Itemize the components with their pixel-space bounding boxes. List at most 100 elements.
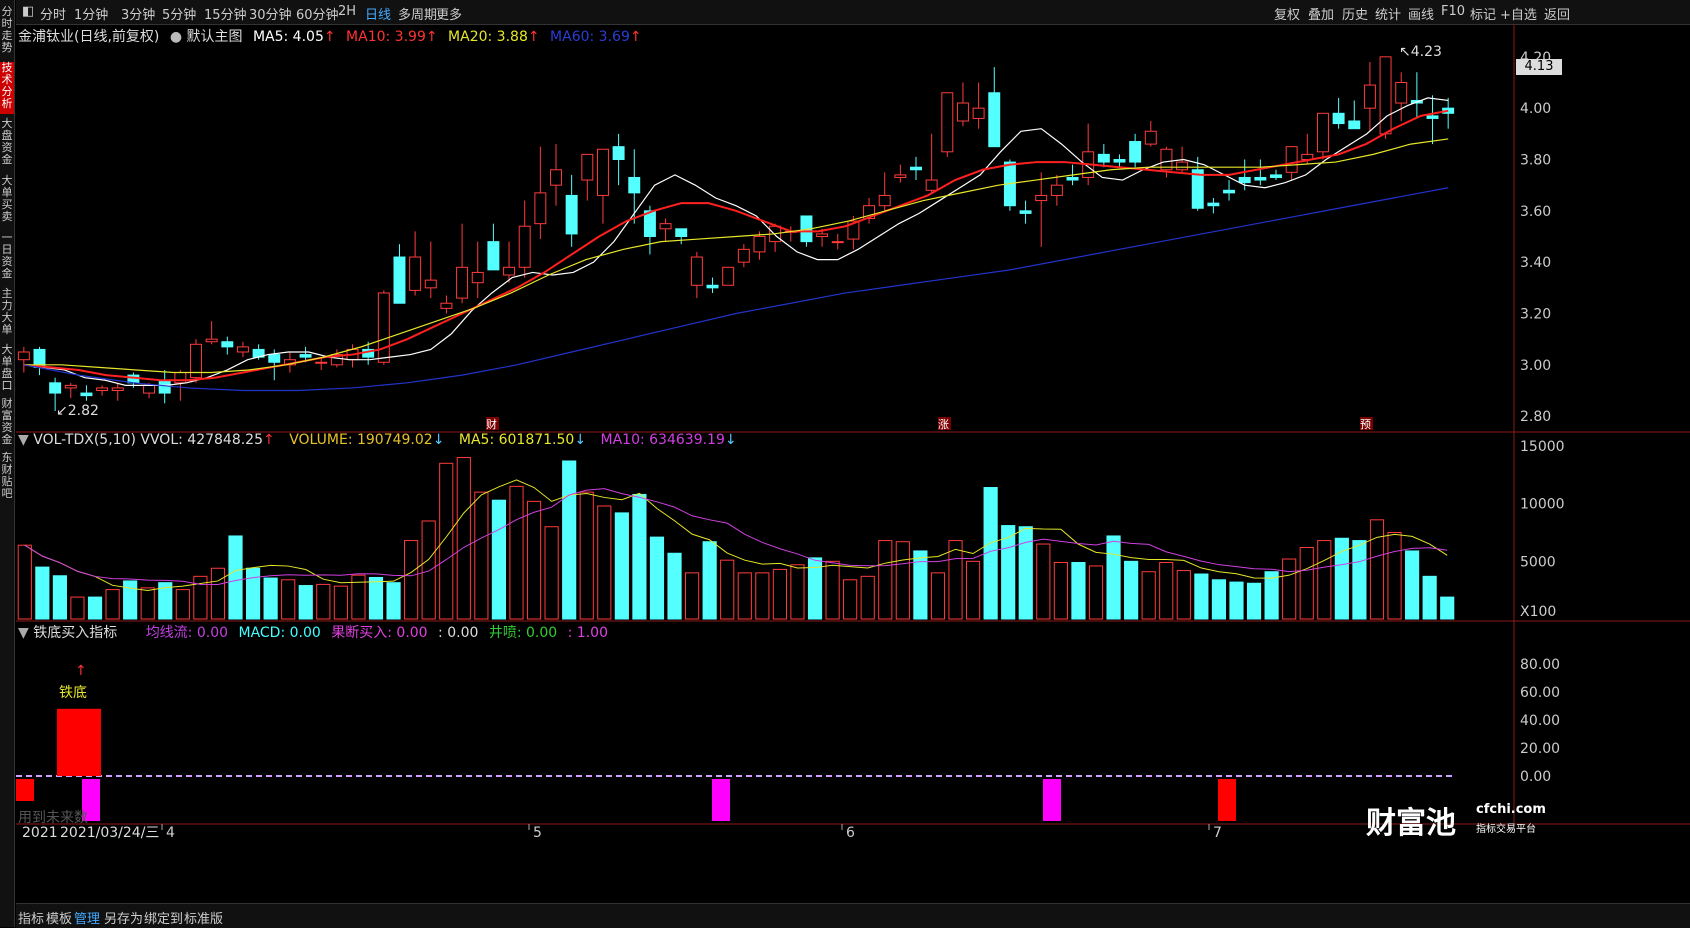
indicator-name[interactable]: 铁底买入指标 [33, 625, 117, 641]
price-tick: 3.40 [1520, 255, 1551, 271]
sidebar-toggle-icon[interactable]: ◧ [22, 4, 34, 19]
toolbar-button[interactable]: 叠加 [1308, 4, 1334, 23]
period-tab[interactable]: 60分钟 [296, 4, 339, 23]
volume-bar [1229, 581, 1244, 620]
period-tab[interactable]: 多周期 [398, 4, 437, 23]
candle-body [17, 351, 30, 361]
volume-bar [1422, 575, 1437, 620]
rail-tab[interactable]: 一日资金 [0, 232, 14, 284]
candle-body [565, 194, 578, 235]
toolbar-button[interactable]: F10 [1441, 4, 1465, 19]
period-tab[interactable]: 5分钟 [162, 4, 196, 23]
candle-body [143, 384, 156, 394]
signal-marker [1043, 779, 1061, 821]
volume-label: VOLUME: 190749.02 [289, 432, 433, 448]
volume-bar [456, 457, 471, 620]
template-name[interactable]: 默认主图 [187, 29, 243, 45]
candle-body [925, 179, 938, 191]
volume-bar [1317, 540, 1332, 620]
period-tab[interactable]: 分时 [40, 4, 66, 23]
bottom-tab[interactable]: 标准版 [184, 908, 223, 927]
date-prefix: 2021 [22, 825, 58, 841]
bottom-tab[interactable]: 指标 [18, 908, 44, 927]
bottom-tab[interactable]: 绑定到 [144, 908, 183, 927]
toolbar-button[interactable]: 复权 [1274, 4, 1300, 23]
toolbar-button[interactable]: 标记 [1470, 4, 1496, 23]
candle-body [174, 372, 187, 384]
signal-arrow-icon: ↑ [75, 663, 87, 679]
collapse-icon[interactable]: ▼ [18, 625, 29, 641]
period-tab[interactable]: 15分钟 [204, 4, 247, 23]
volume-bar [1246, 582, 1262, 620]
rail-tab[interactable]: 分时走势 [0, 6, 14, 58]
candle-body [1379, 56, 1392, 135]
left-rail: 分时走势技术分析大盘资金大单买卖一日资金主力大单大单盘口财富资金东财贴吧 [0, 0, 15, 927]
candle-body [440, 302, 453, 309]
period-tab[interactable]: 3分钟 [121, 4, 155, 23]
volume-tick: 15000 [1520, 439, 1565, 455]
rail-tab[interactable]: 技术分析 [0, 62, 14, 114]
collapse-icon[interactable]: ▼ [18, 432, 29, 448]
bottom-tab[interactable]: 另存为 [104, 908, 143, 927]
signal-label: 铁底 [59, 685, 87, 701]
candle-body [659, 223, 672, 230]
volume-bar [614, 512, 629, 620]
candle-body [456, 266, 469, 299]
toolbar-button[interactable]: 返回 [1544, 4, 1570, 23]
stock-chart-canvas[interactable]: 4.204.003.803.603.403.203.002.80↖4.23↙2.… [16, 24, 1690, 903]
toolbar-button[interactable]: 画线 [1408, 4, 1434, 23]
rail-tab[interactable]: 财富资金 [0, 398, 14, 450]
candle-body [518, 225, 531, 268]
candle-body [910, 166, 922, 171]
template-icon[interactable]: ● [170, 29, 182, 45]
current-price-tag: 4.13 [1516, 59, 1562, 75]
bottom-tab[interactable]: 模板 [46, 908, 72, 927]
rail-tab[interactable]: 大单买卖 [0, 175, 14, 227]
candle-body [1363, 84, 1376, 109]
period-tab[interactable]: 更多 [436, 4, 462, 23]
candle-body [1426, 115, 1439, 119]
volume-bar [245, 567, 261, 620]
toolbar-button[interactable]: +自选 [1500, 4, 1537, 23]
period-tab[interactable]: 1分钟 [74, 4, 108, 23]
signal-marker [712, 779, 730, 821]
high-price-label: ↖4.23 [1399, 44, 1442, 60]
volume-bar [1387, 532, 1402, 620]
candle-body [487, 241, 500, 271]
candle-body [393, 256, 406, 304]
candle-body [221, 341, 234, 348]
volume-bar [298, 585, 313, 620]
stock-title[interactable]: 金浦钛业(日线,前复权) [18, 29, 159, 45]
volume-bar [316, 583, 331, 620]
candle-body [581, 153, 594, 181]
rail-tab[interactable]: 大盘资金 [0, 118, 14, 170]
volume-bar [140, 587, 155, 620]
period-tab[interactable]: 日线 [365, 4, 391, 23]
rail-tab[interactable]: 东财贴吧 [0, 452, 14, 504]
volume-bar [1088, 565, 1104, 620]
volume-bar [632, 493, 647, 620]
period-tab[interactable]: 30分钟 [249, 4, 292, 23]
volume-bar [281, 579, 296, 620]
month-label: 5 [533, 825, 542, 841]
signal-marker [1218, 779, 1236, 821]
bottom-tab[interactable]: 管理 [74, 908, 100, 927]
volume-bar [263, 577, 278, 620]
volume-bar [597, 505, 612, 620]
toolbar-button[interactable]: 历史 [1342, 4, 1368, 23]
candle-body [550, 169, 562, 186]
vol-indicator-name[interactable]: VOL-TDX(5,10) [33, 432, 136, 448]
candle-body [1285, 146, 1298, 173]
candle-body [1395, 82, 1408, 104]
volume-bar [843, 579, 858, 620]
rail-tab[interactable]: 主力大单 [0, 288, 14, 340]
toolbar-button[interactable]: 统计 [1375, 4, 1401, 23]
volume-bar [720, 559, 735, 620]
rail-tab[interactable]: 大单盘口 [0, 344, 14, 396]
volume-bar [105, 589, 120, 620]
volume-bar [1299, 546, 1314, 620]
event-marker: 财 [486, 417, 497, 431]
period-tab[interactable]: 2H [338, 4, 356, 19]
candle-body [1019, 210, 1032, 214]
volume-bar [386, 582, 401, 620]
